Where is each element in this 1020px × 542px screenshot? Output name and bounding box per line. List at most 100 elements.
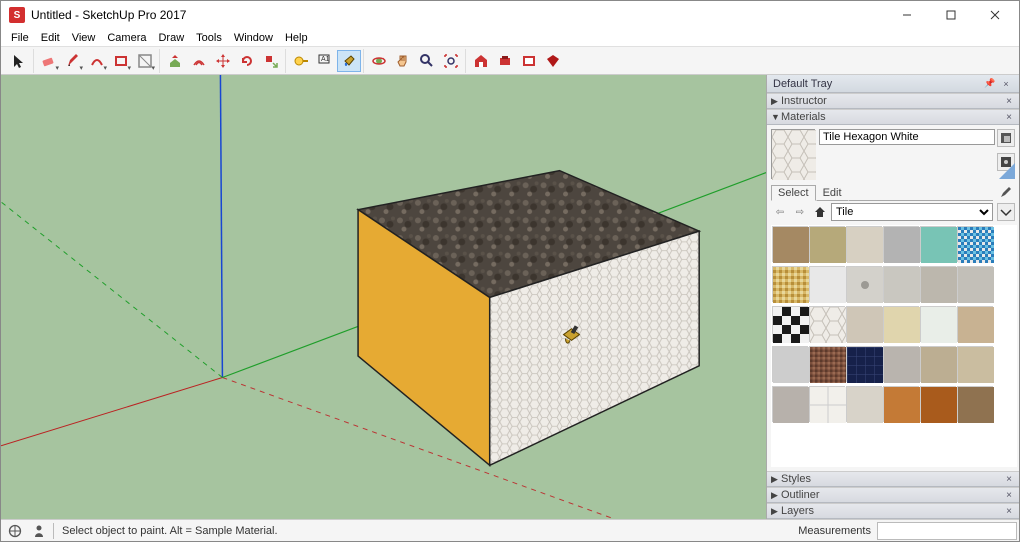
eyedropper-icon[interactable] bbox=[997, 187, 1015, 201]
measurements-label: Measurements bbox=[792, 525, 877, 537]
ruby-tool[interactable] bbox=[541, 50, 565, 72]
material-swatch[interactable] bbox=[846, 306, 882, 342]
material-swatch[interactable] bbox=[883, 386, 919, 422]
menubar: FileEditViewCameraDrawToolsWindowHelp bbox=[1, 29, 1019, 47]
viewport-3d[interactable] bbox=[1, 75, 766, 519]
maximize-button[interactable] bbox=[929, 1, 973, 29]
nav-back-button[interactable]: ⇦ bbox=[771, 204, 789, 220]
select-tool[interactable] bbox=[7, 50, 31, 72]
pin-icon[interactable]: 📌 bbox=[983, 77, 997, 91]
material-swatch[interactable] bbox=[846, 386, 882, 422]
material-swatch[interactable] bbox=[846, 226, 882, 262]
paint-tool[interactable] bbox=[337, 50, 361, 72]
layout-tool[interactable] bbox=[517, 50, 541, 72]
eraser-tool[interactable] bbox=[37, 50, 61, 72]
material-swatch[interactable] bbox=[957, 386, 993, 422]
panel-styles[interactable]: ▶ Styles × bbox=[767, 471, 1019, 487]
materials-panel-body: Select Edit ⇦ ⇨ Tile bbox=[767, 125, 1019, 471]
default-tray: Default Tray 📌 × ▶ Instructor × ▼ Materi… bbox=[766, 75, 1019, 519]
scale-tool[interactable] bbox=[259, 50, 283, 72]
tray-header[interactable]: Default Tray 📌 × bbox=[767, 75, 1019, 93]
materials-nav: ⇦ ⇨ Tile bbox=[767, 201, 1019, 223]
material-swatch[interactable] bbox=[920, 386, 956, 422]
panel-close-button[interactable]: × bbox=[1003, 474, 1015, 485]
material-swatch[interactable] bbox=[883, 306, 919, 342]
create-material-button[interactable] bbox=[997, 129, 1015, 147]
material-swatch[interactable] bbox=[920, 226, 956, 262]
nav-forward-button[interactable]: ⇨ bbox=[791, 204, 809, 220]
menu-edit[interactable]: Edit bbox=[35, 31, 66, 45]
material-swatch[interactable] bbox=[772, 346, 808, 382]
offset-tool[interactable] bbox=[187, 50, 211, 72]
tab-select[interactable]: Select bbox=[771, 185, 816, 201]
material-swatch[interactable] bbox=[772, 226, 808, 262]
menu-draw[interactable]: Draw bbox=[152, 31, 190, 45]
tray-close-button[interactable]: × bbox=[999, 77, 1013, 91]
circle-tool[interactable] bbox=[133, 50, 157, 72]
pencil-tool[interactable] bbox=[61, 50, 85, 72]
menu-help[interactable]: Help bbox=[279, 31, 314, 45]
app-icon: S bbox=[9, 7, 25, 23]
material-swatch[interactable] bbox=[809, 386, 845, 422]
person-button[interactable] bbox=[29, 521, 49, 541]
panel-instructor[interactable]: ▶ Instructor × bbox=[767, 93, 1019, 109]
material-swatch[interactable] bbox=[772, 306, 808, 342]
menu-window[interactable]: Window bbox=[228, 31, 279, 45]
material-swatch[interactable] bbox=[957, 226, 993, 262]
library-menu-button[interactable] bbox=[997, 203, 1015, 221]
panel-outliner[interactable]: ▶ Outliner × bbox=[767, 487, 1019, 503]
material-swatch[interactable] bbox=[883, 266, 919, 302]
measurements-input[interactable] bbox=[877, 522, 1017, 540]
panel-close-button[interactable]: × bbox=[1003, 112, 1015, 123]
material-swatch[interactable] bbox=[846, 266, 882, 302]
material-swatch[interactable] bbox=[809, 346, 845, 382]
panel-layers[interactable]: ▶ Layers × bbox=[767, 503, 1019, 519]
zoom-tool[interactable] bbox=[415, 50, 439, 72]
material-swatch[interactable] bbox=[809, 266, 845, 302]
material-swatch[interactable] bbox=[920, 266, 956, 302]
close-button[interactable] bbox=[973, 1, 1017, 29]
material-swatch[interactable] bbox=[957, 306, 993, 342]
material-name-input[interactable] bbox=[819, 129, 995, 145]
panel-close-button[interactable]: × bbox=[1003, 506, 1015, 517]
material-library-select[interactable]: Tile bbox=[831, 203, 993, 221]
material-swatch[interactable] bbox=[883, 346, 919, 382]
panel-materials[interactable]: ▼ Materials × bbox=[767, 109, 1019, 125]
material-swatch[interactable] bbox=[957, 346, 993, 382]
zoom-extents-tool[interactable] bbox=[439, 50, 463, 72]
menu-view[interactable]: View bbox=[66, 31, 102, 45]
pushpull-tool[interactable] bbox=[163, 50, 187, 72]
rotate-tool[interactable] bbox=[235, 50, 259, 72]
geo-button[interactable] bbox=[5, 521, 25, 541]
material-preview-swatch[interactable] bbox=[771, 129, 815, 179]
material-swatch[interactable] bbox=[883, 226, 919, 262]
material-swatch[interactable] bbox=[846, 346, 882, 382]
tape-tool[interactable] bbox=[289, 50, 313, 72]
svg-text:A1: A1 bbox=[321, 56, 330, 63]
extension-tool[interactable] bbox=[493, 50, 517, 72]
text-tool[interactable]: A1 bbox=[313, 50, 337, 72]
arc-tool[interactable] bbox=[85, 50, 109, 72]
rect-tool[interactable] bbox=[109, 50, 133, 72]
material-swatch[interactable] bbox=[772, 386, 808, 422]
panel-close-button[interactable]: × bbox=[1003, 490, 1015, 501]
pan-tool[interactable] bbox=[391, 50, 415, 72]
titlebar: S Untitled - SketchUp Pro 2017 bbox=[1, 1, 1019, 29]
panel-close-button[interactable]: × bbox=[1003, 96, 1015, 107]
material-swatch[interactable] bbox=[920, 306, 956, 342]
material-swatch[interactable] bbox=[957, 266, 993, 302]
material-swatch[interactable] bbox=[809, 306, 845, 342]
move-tool[interactable] bbox=[211, 50, 235, 72]
menu-camera[interactable]: Camera bbox=[101, 31, 152, 45]
nav-home-button[interactable] bbox=[811, 204, 829, 220]
material-swatch[interactable] bbox=[809, 226, 845, 262]
material-swatch[interactable] bbox=[772, 266, 808, 302]
minimize-button[interactable] bbox=[885, 1, 929, 29]
material-swatch[interactable] bbox=[920, 346, 956, 382]
warehouse-tool[interactable] bbox=[469, 50, 493, 72]
menu-tools[interactable]: Tools bbox=[190, 31, 228, 45]
tab-edit[interactable]: Edit bbox=[816, 185, 849, 201]
menu-file[interactable]: File bbox=[5, 31, 35, 45]
statusbar: Select object to paint. Alt = Sample Mat… bbox=[1, 519, 1019, 541]
orbit-tool[interactable] bbox=[367, 50, 391, 72]
